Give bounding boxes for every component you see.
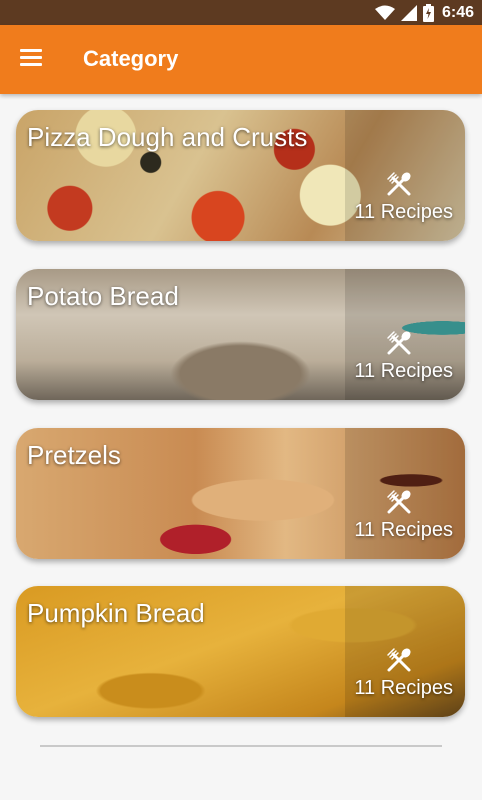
category-card-pumpkin-bread[interactable]: Pumpkin Bread 11 Recipes bbox=[16, 586, 465, 717]
recipe-count: 11 Recipes bbox=[354, 677, 453, 699]
page-title: Category bbox=[83, 46, 179, 71]
fork-spoon-icon bbox=[387, 172, 411, 196]
category-card-pretzels[interactable]: Pretzels 11 Recipes bbox=[16, 428, 465, 559]
category-title: Pizza Dough and Crusts bbox=[27, 122, 308, 152]
cell-signal-icon bbox=[400, 4, 417, 21]
recipe-count: 11 Recipes bbox=[354, 201, 453, 223]
fork-spoon-icon bbox=[387, 490, 411, 514]
recipe-count: 11 Recipes bbox=[354, 360, 453, 382]
status-time: 6:46 bbox=[441, 3, 474, 21]
status-bar: 6:46 bbox=[0, 0, 482, 25]
category-list: Pizza Dough and Crusts 11 Recipes Potato… bbox=[0, 94, 482, 800]
category-card-potato-bread[interactable]: Potato Bread 11 Recipes bbox=[16, 269, 465, 400]
app-bar: Category bbox=[0, 25, 482, 94]
category-title: Pumpkin Bread bbox=[27, 598, 205, 628]
list-divider bbox=[40, 745, 442, 747]
recipe-count: 11 Recipes bbox=[354, 519, 453, 541]
status-icons: 6:46 bbox=[374, 3, 474, 22]
category-title: Pretzels bbox=[27, 440, 121, 470]
category-title: Potato Bread bbox=[27, 281, 179, 311]
category-card-pizza-dough[interactable]: Pizza Dough and Crusts 11 Recipes bbox=[16, 110, 465, 241]
battery-icon bbox=[422, 3, 434, 22]
wifi-icon bbox=[374, 5, 395, 20]
fork-spoon-icon bbox=[387, 331, 411, 355]
hamburger-menu-icon[interactable] bbox=[18, 47, 46, 71]
fork-spoon-icon bbox=[387, 648, 411, 672]
